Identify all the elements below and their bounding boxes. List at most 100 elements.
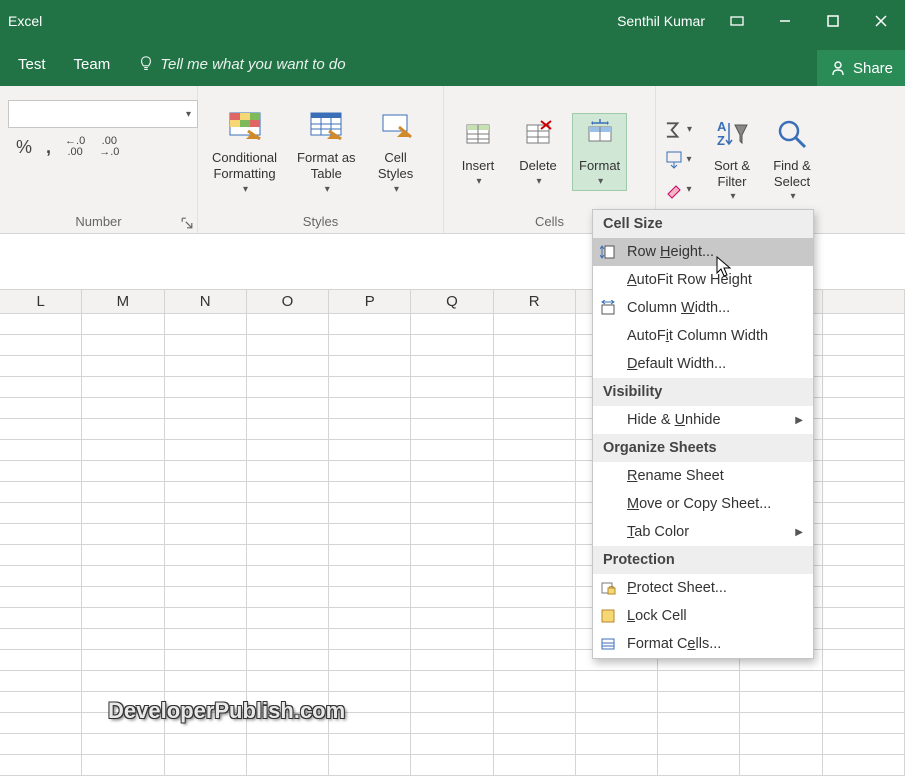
grid-cell[interactable] xyxy=(823,566,905,587)
grid-cell[interactable] xyxy=(247,671,329,692)
grid-cell[interactable] xyxy=(165,629,247,650)
grid-cell[interactable] xyxy=(823,671,905,692)
grid-cell[interactable] xyxy=(823,629,905,650)
grid-cell[interactable] xyxy=(823,713,905,734)
grid-cell[interactable] xyxy=(823,440,905,461)
grid-cell[interactable] xyxy=(411,482,493,503)
menu-item-default-width[interactable]: Default Width... xyxy=(593,350,813,378)
grid-cell[interactable] xyxy=(247,566,329,587)
grid-cell[interactable] xyxy=(0,314,82,335)
col-header[interactable]: M xyxy=(82,290,164,313)
grid-cell[interactable] xyxy=(247,608,329,629)
grid-cell[interactable] xyxy=(247,755,329,776)
grid-cell[interactable] xyxy=(494,734,576,755)
menu-item-row-height[interactable]: Row Height... xyxy=(593,238,813,266)
grid-cell[interactable] xyxy=(411,587,493,608)
grid-cell[interactable] xyxy=(0,566,82,587)
grid-cell[interactable] xyxy=(329,356,411,377)
grid-cell[interactable] xyxy=(329,440,411,461)
grid-cell[interactable] xyxy=(82,608,164,629)
grid-cell[interactable] xyxy=(165,377,247,398)
grid-cell[interactable] xyxy=(494,524,576,545)
grid-cell[interactable] xyxy=(740,734,822,755)
grid-cell[interactable] xyxy=(82,461,164,482)
grid-cell[interactable] xyxy=(0,524,82,545)
grid-cell[interactable] xyxy=(247,545,329,566)
clear-button[interactable]: ▾ xyxy=(664,177,692,203)
grid-cell[interactable] xyxy=(411,566,493,587)
grid-cell[interactable] xyxy=(823,482,905,503)
col-header[interactable]: P xyxy=(329,290,411,313)
grid-cell[interactable] xyxy=(82,755,164,776)
grid-cell[interactable] xyxy=(247,524,329,545)
sort-filter-button[interactable]: AZ Sort & Filter ▾ xyxy=(706,114,758,205)
grid-cell[interactable] xyxy=(823,692,905,713)
grid-cell[interactable] xyxy=(247,440,329,461)
grid-cell[interactable] xyxy=(82,524,164,545)
grid-cell[interactable] xyxy=(823,650,905,671)
grid-cell[interactable] xyxy=(494,503,576,524)
grid-cell[interactable] xyxy=(165,545,247,566)
grid-cell[interactable] xyxy=(411,608,493,629)
grid-cell[interactable] xyxy=(411,377,493,398)
grid-cell[interactable] xyxy=(82,587,164,608)
close-button[interactable] xyxy=(857,0,905,42)
number-dialog-launcher[interactable] xyxy=(181,217,193,229)
grid-cell[interactable] xyxy=(0,671,82,692)
grid-cell[interactable] xyxy=(0,713,82,734)
grid-cell[interactable] xyxy=(82,671,164,692)
grid-cell[interactable] xyxy=(165,671,247,692)
grid-cell[interactable] xyxy=(0,734,82,755)
insert-button[interactable]: Insert ▾ xyxy=(452,114,504,190)
grid-cell[interactable] xyxy=(0,398,82,419)
increase-decimal-button[interactable]: ←.0.00 xyxy=(65,136,85,158)
grid-cell[interactable] xyxy=(329,398,411,419)
grid-cell[interactable] xyxy=(411,524,493,545)
menu-item-autofit-col-width[interactable]: AutoFit Column Width xyxy=(593,322,813,350)
menu-item-autofit-row-height[interactable]: AutoFit Row Height xyxy=(593,266,813,294)
grid-cell[interactable] xyxy=(0,482,82,503)
grid-cell[interactable] xyxy=(0,461,82,482)
grid-cell[interactable] xyxy=(82,335,164,356)
grid-cell[interactable] xyxy=(247,482,329,503)
grid-cell[interactable] xyxy=(82,398,164,419)
grid-cell[interactable] xyxy=(823,734,905,755)
grid-cell[interactable] xyxy=(247,461,329,482)
grid-cell[interactable] xyxy=(823,503,905,524)
grid-cell[interactable] xyxy=(658,734,740,755)
grid-cell[interactable] xyxy=(411,461,493,482)
col-header[interactable]: Q xyxy=(411,290,493,313)
grid-cell[interactable] xyxy=(247,398,329,419)
grid-cell[interactable] xyxy=(576,692,658,713)
grid-cell[interactable] xyxy=(82,629,164,650)
grid-cell[interactable] xyxy=(823,335,905,356)
grid-cell[interactable] xyxy=(740,755,822,776)
grid-cell[interactable] xyxy=(247,377,329,398)
grid-cell[interactable] xyxy=(165,755,247,776)
grid-cell[interactable] xyxy=(247,419,329,440)
grid-cell[interactable] xyxy=(247,629,329,650)
grid-cell[interactable] xyxy=(494,356,576,377)
grid-cell[interactable] xyxy=(329,419,411,440)
grid-cell[interactable] xyxy=(576,671,658,692)
grid-cell[interactable] xyxy=(494,377,576,398)
grid-cell[interactable] xyxy=(823,524,905,545)
grid-cell[interactable] xyxy=(494,692,576,713)
grid-cell[interactable] xyxy=(658,755,740,776)
grid-cell[interactable] xyxy=(247,503,329,524)
col-header[interactable] xyxy=(823,290,905,313)
grid-cell[interactable] xyxy=(411,419,493,440)
menu-item-format-cells[interactable]: Format Cells... xyxy=(593,630,813,658)
grid-cell[interactable] xyxy=(165,734,247,755)
grid-cell[interactable] xyxy=(494,650,576,671)
grid-cell[interactable] xyxy=(247,314,329,335)
menu-item-tab-color[interactable]: Tab Color ▶ xyxy=(593,518,813,546)
grid-cell[interactable] xyxy=(165,503,247,524)
grid-cell[interactable] xyxy=(823,587,905,608)
grid-cell[interactable] xyxy=(823,755,905,776)
grid-cell[interactable] xyxy=(329,566,411,587)
minimize-button[interactable] xyxy=(761,0,809,42)
grid-cell[interactable] xyxy=(0,545,82,566)
grid-cell[interactable] xyxy=(411,713,493,734)
grid-cell[interactable] xyxy=(82,356,164,377)
